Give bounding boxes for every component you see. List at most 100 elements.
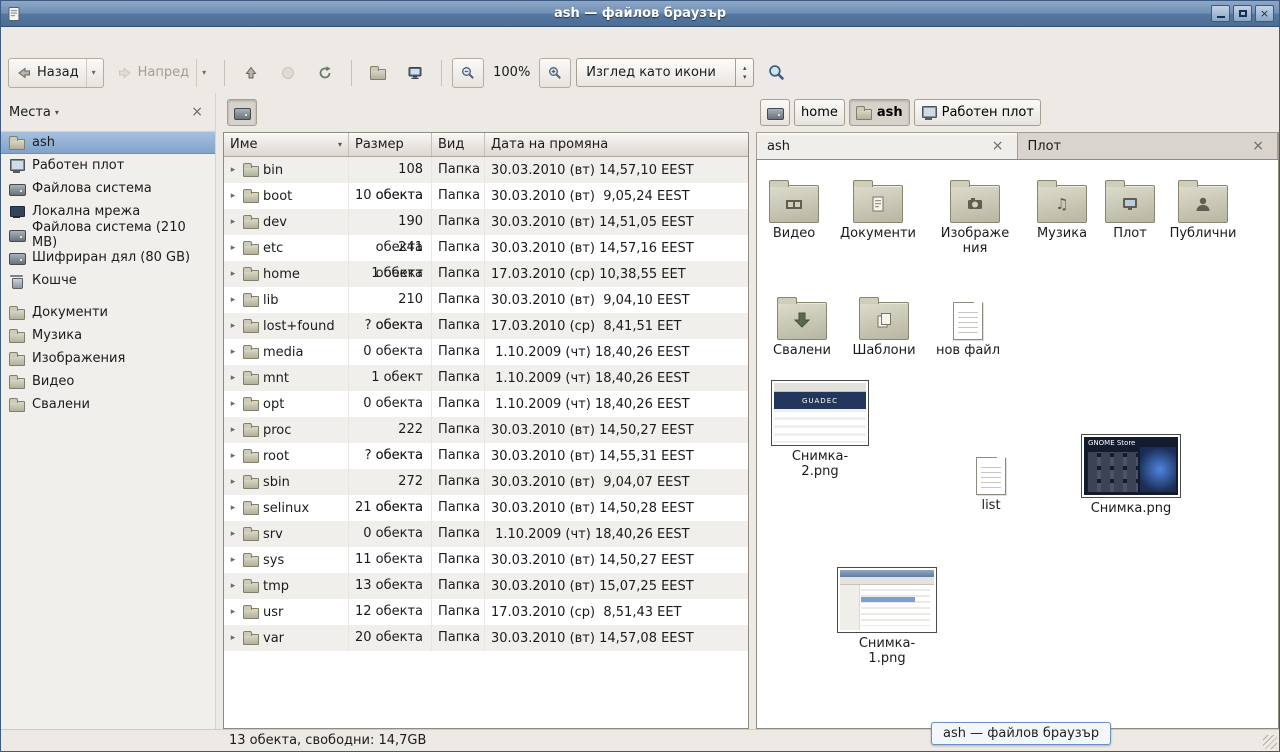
expander-icon[interactable]: ▸ — [227, 425, 239, 435]
menu-item[interactable] — [44, 37, 64, 43]
expander-icon[interactable]: ▸ — [227, 399, 239, 409]
file-row[interactable]: ▸ lost+found ? обекта Папка 17.03.2010 (… — [224, 313, 748, 339]
expander-icon[interactable]: ▸ — [227, 347, 239, 357]
back-button[interactable]: Назад ▾ — [8, 58, 104, 88]
menu-item[interactable] — [64, 37, 84, 43]
up-button[interactable] — [235, 58, 267, 88]
icon-item-templates[interactable]: Шаблони — [841, 294, 927, 359]
file-row[interactable]: ▸ usr 12 обекта Папка 17.03.2010 (ср) 8,… — [224, 599, 748, 625]
expander-icon[interactable]: ▸ — [227, 191, 239, 201]
menu-item[interactable] — [24, 37, 44, 43]
home-folder-button[interactable] — [362, 58, 394, 88]
icon-item-list[interactable]: list — [948, 449, 1034, 514]
expander-icon[interactable]: ▸ — [227, 373, 239, 383]
tab-close-icon[interactable]: × — [1249, 139, 1267, 153]
sidebar-close-button[interactable]: × — [187, 103, 207, 121]
resize-grip[interactable] — [1263, 735, 1277, 749]
icon-item-new-file[interactable]: нов файл — [925, 294, 1011, 359]
expander-icon[interactable]: ▸ — [227, 607, 239, 617]
file-row[interactable]: ▸ boot 10 обекта Папка 30.03.2010 (вт) 9… — [224, 183, 748, 209]
filesystem-root-button[interactable] — [760, 99, 790, 126]
sidebar-item[interactable]: Видео — [1, 370, 215, 393]
titlebar[interactable]: ash — файлов браузър × — [1, 1, 1279, 27]
forward-button[interactable]: Напред ▾ — [109, 58, 215, 88]
sidebar-item[interactable]: Файлова система — [1, 177, 215, 200]
forward-history-dropdown-icon[interactable]: ▾ — [196, 59, 206, 87]
column-header-name[interactable]: Име ▾ — [224, 133, 349, 156]
file-row[interactable]: ▸ home 1 обект Папка 17.03.2010 (ср) 10,… — [224, 261, 748, 287]
pathbar-current-button[interactable]: ash — [849, 99, 910, 126]
file-row[interactable]: ▸ root ? обекта Папка 30.03.2010 (вт) 14… — [224, 443, 748, 469]
pane-splitter[interactable] — [749, 93, 756, 729]
close-button[interactable]: × — [1255, 5, 1274, 22]
sidebar-item[interactable]: Свалени — [1, 393, 215, 416]
sidebar-item[interactable]: ash — [1, 131, 215, 154]
expander-icon[interactable]: ▸ — [227, 217, 239, 227]
file-row[interactable]: ▸ opt 0 обекта Папка 1.10.2009 (чт) 18,4… — [224, 391, 748, 417]
sidebar-item[interactable]: Шифриран дял (80 GB) — [1, 246, 215, 269]
expander-icon[interactable]: ▸ — [227, 269, 239, 279]
expander-icon[interactable]: ▸ — [227, 243, 239, 253]
reload-button[interactable] — [309, 58, 341, 88]
icon-item-snimka[interactable]: GNOME Store Снимка.png — [1088, 434, 1174, 517]
expander-icon[interactable]: ▸ — [227, 503, 239, 513]
icon-item-video[interactable]: Видео — [756, 177, 837, 242]
expander-icon[interactable]: ▸ — [227, 295, 239, 305]
tab-desktop[interactable]: Плот × — [1018, 133, 1279, 159]
view-mode-dropdown[interactable]: Изглед като икони ▴▾ — [576, 58, 754, 87]
file-row[interactable]: ▸ mnt 1 обект Папка 1.10.2009 (чт) 18,40… — [224, 365, 748, 391]
tab-close-icon[interactable]: × — [989, 139, 1007, 153]
icon-item-downloads[interactable]: Свалени — [759, 294, 845, 359]
stop-button[interactable] — [272, 58, 304, 88]
file-row[interactable]: ▸ tmp 13 обекта Папка 30.03.2010 (вт) 15… — [224, 573, 748, 599]
icon-item-public[interactable]: Публични — [1160, 177, 1246, 242]
expander-icon[interactable]: ▸ — [227, 633, 239, 643]
computer-button[interactable] — [399, 58, 431, 88]
file-row[interactable]: ▸ var 20 обекта Папка 30.03.2010 (вт) 14… — [224, 625, 748, 651]
root-location-button[interactable] — [227, 99, 257, 126]
file-row[interactable]: ▸ sys 11 обекта Папка 30.03.2010 (вт) 14… — [224, 547, 748, 573]
file-row[interactable]: ▸ bin 108 обекта Папка 30.03.2010 (вт) 1… — [224, 157, 748, 183]
icon-view[interactable]: Видео Документи Изображения ♫ — [756, 159, 1279, 729]
maximize-button[interactable] — [1233, 5, 1252, 22]
file-row[interactable]: ▸ proc 222 обекта Папка 30.03.2010 (вт) … — [224, 417, 748, 443]
menu-item[interactable] — [104, 37, 124, 43]
expander-icon[interactable]: ▸ — [227, 555, 239, 565]
column-header-size[interactable]: Размер — [349, 133, 432, 156]
file-row[interactable]: ▸ sbin 272 обекта Папка 30.03.2010 (вт) … — [224, 469, 748, 495]
tab-ash[interactable]: ash × — [757, 133, 1018, 159]
sidebar-item[interactable]: Изображения — [1, 347, 215, 370]
zoom-out-button[interactable] — [452, 58, 484, 88]
expander-icon[interactable]: ▸ — [227, 165, 239, 175]
sidebar-mode-dropdown-icon[interactable]: ▾ — [55, 108, 59, 117]
expander-icon[interactable]: ▸ — [227, 529, 239, 539]
menu-item[interactable] — [4, 37, 24, 43]
icon-item-snimka2[interactable]: GUADEC Снимка-2.png — [777, 380, 863, 480]
pathbar-desktop-button[interactable]: Работен плот — [914, 99, 1041, 126]
sidebar-item[interactable]: Музика — [1, 324, 215, 347]
file-row[interactable]: ▸ etc 241 обекта Папка 30.03.2010 (вт) 1… — [224, 235, 748, 261]
sidebar-item[interactable]: Кошче — [1, 269, 215, 292]
file-row[interactable]: ▸ lib 210 обекта Папка 30.03.2010 (вт) 9… — [224, 287, 748, 313]
icon-item-snimka1[interactable]: Снимка-1.png — [844, 567, 930, 667]
menu-item[interactable] — [84, 37, 104, 43]
sidebar-item[interactable]: Файлова система (210 MB) — [1, 223, 215, 246]
icon-item-pictures[interactable]: Изображения — [932, 177, 1018, 257]
pathbar-home-button[interactable]: home — [794, 99, 845, 126]
back-history-dropdown-icon[interactable]: ▾ — [86, 59, 96, 87]
file-row[interactable]: ▸ selinux 21 обекта Папка 30.03.2010 (вт… — [224, 495, 748, 521]
expander-icon[interactable]: ▸ — [227, 451, 239, 461]
column-header-type[interactable]: Вид — [432, 133, 485, 156]
file-row[interactable]: ▸ dev 190 обекта Папка 30.03.2010 (вт) 1… — [224, 209, 748, 235]
expander-icon[interactable]: ▸ — [227, 321, 239, 331]
sidebar-item[interactable]: Работен плот — [1, 154, 215, 177]
expander-icon[interactable]: ▸ — [227, 581, 239, 591]
zoom-in-button[interactable] — [539, 58, 571, 88]
icon-item-documents[interactable]: Документи — [835, 177, 921, 242]
column-header-modified[interactable]: Дата на промяна — [485, 133, 748, 156]
minimize-button[interactable] — [1211, 5, 1230, 22]
pane-splitter[interactable] — [216, 93, 223, 729]
search-button[interactable] — [759, 58, 794, 88]
file-row[interactable]: ▸ media 0 обекта Папка 1.10.2009 (чт) 18… — [224, 339, 748, 365]
sidebar-item[interactable]: Документи — [1, 301, 215, 324]
